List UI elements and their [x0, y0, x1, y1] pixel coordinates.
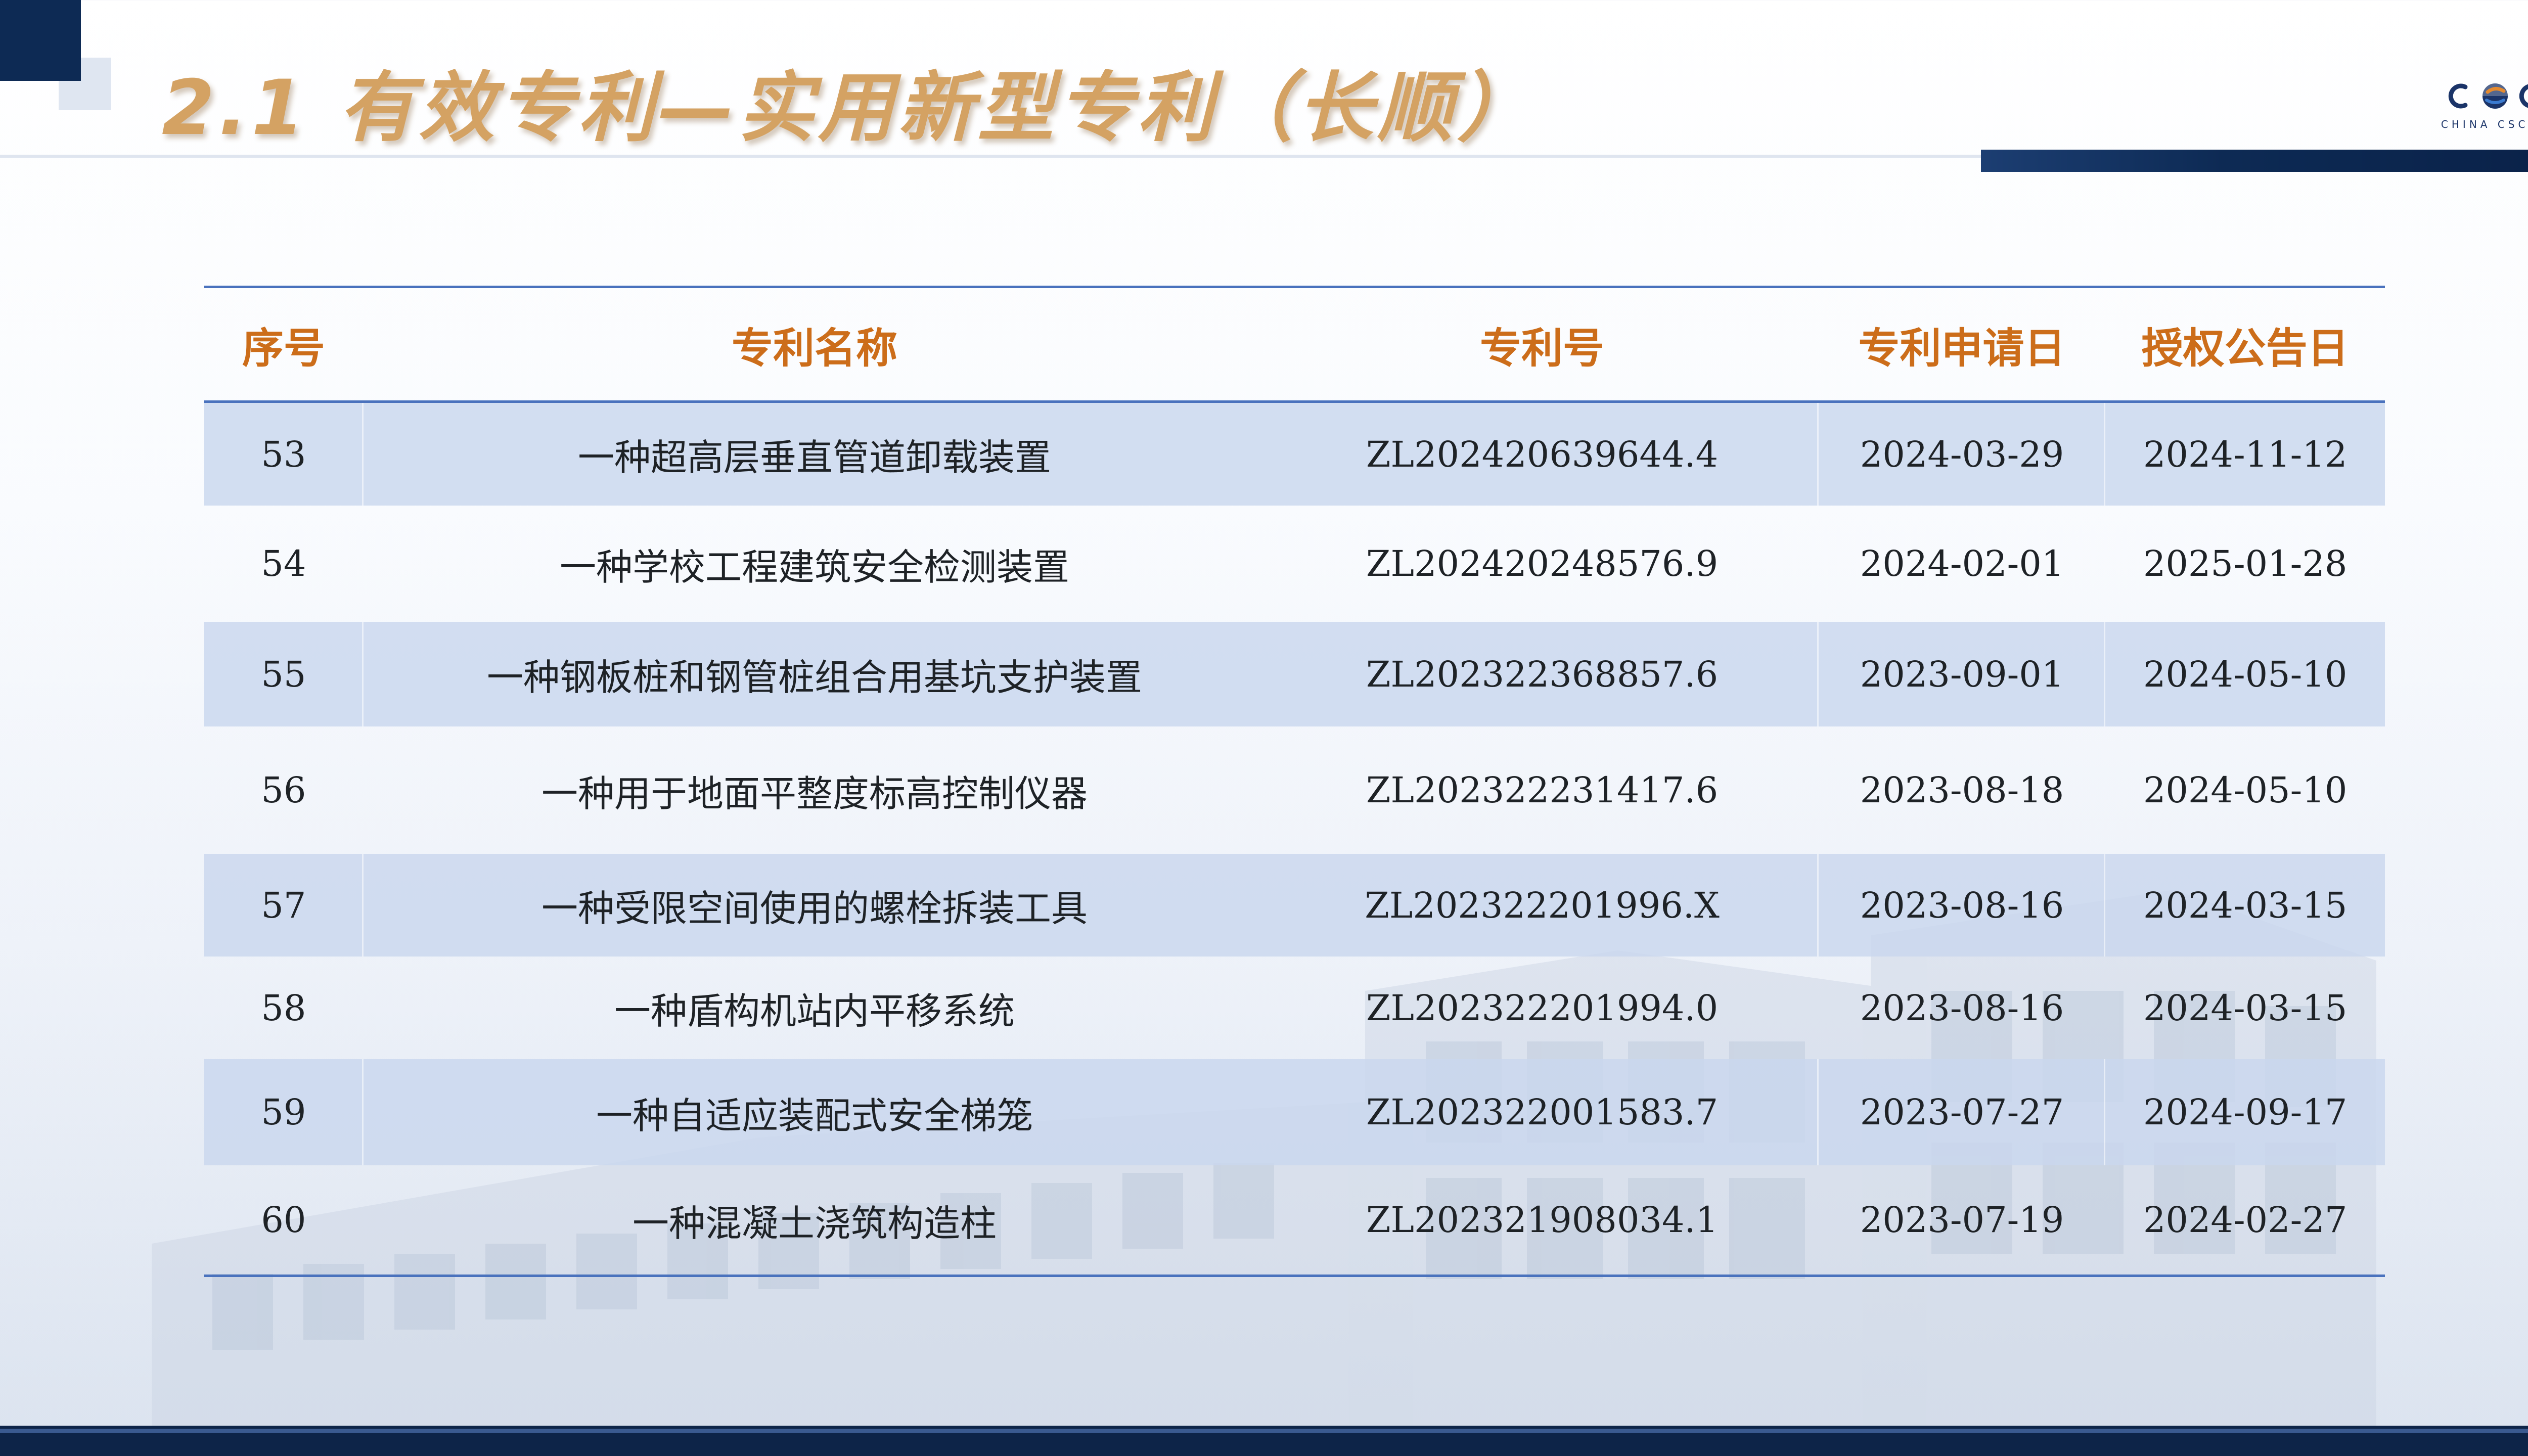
row-patent-number: ZL202420248576.9	[1366, 543, 1719, 584]
header-index: 序号	[242, 324, 325, 373]
row-index: 60	[261, 1199, 306, 1241]
row-patent-name: 一种学校工程建筑安全检测装置	[559, 545, 1069, 588]
row-patent-number: ZL202322201994.0	[1366, 987, 1719, 1029]
row-index: 55	[204, 622, 364, 726]
row-application-date: 2023-08-16	[1819, 854, 2105, 957]
row-index: 54	[261, 543, 306, 584]
table-row: 59 一种自适应装配式安全梯笼 ZL202322001583.7 2023-07…	[204, 1059, 2385, 1165]
row-application-date: 2023-09-01	[1819, 622, 2105, 726]
row-index: 57	[204, 854, 364, 957]
row-grant-date: 2024-11-12	[2143, 433, 2348, 475]
row-index: 53	[204, 403, 364, 506]
table-row: 58 一种盾构机站内平移系统 ZL202322201994.0 2023-08-…	[204, 957, 2385, 1059]
row-index: 59	[204, 1059, 364, 1165]
row-application-date: 2023-08-18	[1860, 769, 2064, 811]
row-grant-date: 2024-05-10	[2143, 653, 2348, 695]
table-row: 53 一种超高层垂直管道卸载装置 ZL202420639644.4 2024-0…	[204, 403, 2385, 506]
table-row: 60 一种混凝土浇筑构造柱 ZL202321908034.1 2023-07-1…	[204, 1165, 2385, 1275]
row-grant-date: 2024-03-15	[2143, 987, 2348, 1029]
company-logo: CHINA CSCEC	[2437, 71, 2528, 131]
row-application-date: 2023-07-19	[1860, 1199, 2064, 1241]
table-header-row: 序号 专利名称 专利号 专利申请日 授权公告日	[204, 288, 2385, 400]
row-patent-number: ZL202321908034.1	[1366, 1199, 1719, 1241]
row-patent-number: ZL202322231417.6	[1366, 769, 1719, 811]
row-application-date: 2023-07-27	[1819, 1059, 2105, 1165]
row-application-date: 2024-02-01	[1860, 543, 2064, 584]
header-patent-name: 专利名称	[731, 324, 897, 373]
table-row: 57 一种受限空间使用的螺栓拆装工具 ZL202322201996.X 2023…	[204, 854, 2385, 957]
row-patent-number: ZL202322201996.X	[1266, 854, 1819, 957]
row-grant-date: 2024-09-17	[2143, 1091, 2348, 1133]
slide-title: 2.1 有效专利—实用新型专利（长顺）	[162, 64, 1537, 152]
logo-subtext: CHINA CSCEC	[2441, 118, 2528, 130]
row-patent-name: 一种用于地面平整度标高控制仪器	[541, 772, 1088, 815]
row-patent-number: ZL202322368857.6	[1266, 622, 1819, 726]
row-patent-name: 一种超高层垂直管道卸载装置	[577, 436, 1051, 479]
table-row: 55 一种钢板桩和钢管桩组合用基坑支护装置 ZL202322368857.6 2…	[204, 622, 2385, 726]
table-bottom-rule	[204, 1275, 2385, 1277]
cscec-logo-icon	[2448, 83, 2528, 109]
title-underline-accent	[1981, 150, 2528, 172]
header-application-date: 专利申请日	[1858, 324, 2066, 373]
patent-table: 序号 专利名称 专利号 专利申请日 授权公告日 53 一种超高层垂直管道卸载装置…	[204, 286, 2385, 1277]
row-application-date: 2023-08-16	[1860, 987, 2064, 1029]
header-patent-number: 专利号	[1480, 324, 1605, 373]
row-index: 56	[261, 769, 306, 811]
row-patent-number: ZL202420639644.4	[1266, 403, 1819, 506]
header-grant-date: 授权公告日	[2141, 324, 2349, 373]
row-grant-date: 2024-03-15	[2143, 884, 2348, 926]
row-grant-date: 2024-05-10	[2143, 769, 2348, 811]
row-patent-name: 一种钢板桩和钢管桩组合用基坑支护装置	[486, 656, 1142, 699]
table-row: 54 一种学校工程建筑安全检测装置 ZL202420248576.9 2024-…	[204, 506, 2385, 622]
row-grant-date: 2025-01-28	[2143, 543, 2348, 584]
row-patent-name: 一种受限空间使用的螺栓拆装工具	[541, 887, 1088, 930]
footer-band-line	[0, 1429, 2528, 1433]
row-grant-date: 2024-02-27	[2143, 1199, 2348, 1241]
row-patent-name: 一种盾构机站内平移系统	[614, 990, 1015, 1032]
corner-decoration-dark	[0, 0, 81, 81]
row-patent-number: ZL202322001583.7	[1266, 1059, 1819, 1165]
row-patent-name: 一种自适应装配式安全梯笼	[596, 1094, 1033, 1137]
row-index: 58	[261, 987, 306, 1029]
row-patent-name: 一种混凝土浇筑构造柱	[632, 1202, 997, 1245]
table-row: 56 一种用于地面平整度标高控制仪器 ZL202322231417.6 2023…	[204, 726, 2385, 854]
row-application-date: 2024-03-29	[1819, 403, 2105, 506]
